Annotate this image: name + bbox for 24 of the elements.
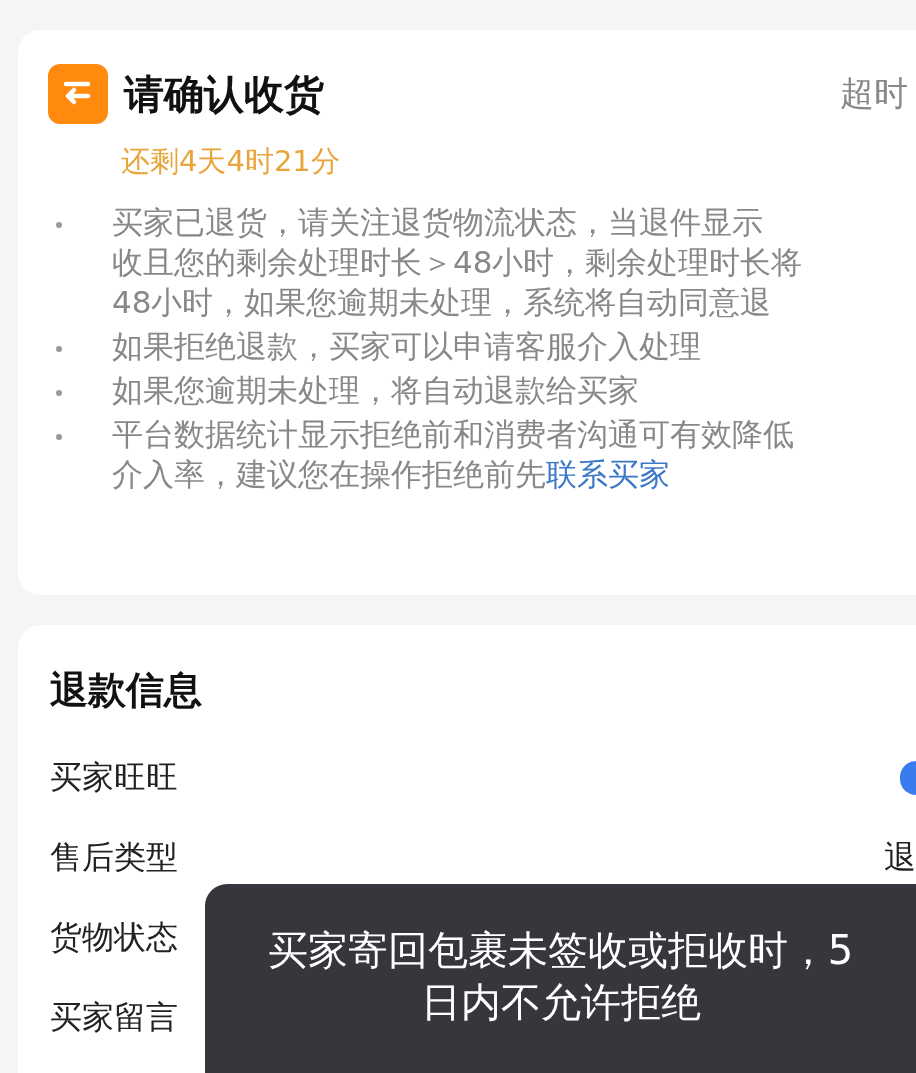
notice-text: 收且您的剩余处理时长＞48小时，剩余处理时长将 xyxy=(112,243,803,282)
field-label: 买家旺旺 xyxy=(50,757,178,798)
caption-text: 日内不允许拒绝 xyxy=(420,978,701,1027)
contact-buyer-link[interactable]: 联系买家 xyxy=(546,456,670,492)
notice-text: 如果您逾期未处理，将自动退款给买家 xyxy=(112,371,639,410)
notice-text: 买家已退货，请关注退货物流状态，当退件显示 xyxy=(112,203,764,242)
notice-text: 介入率，建议您在操作拒绝前先联系买家 xyxy=(112,455,671,494)
field-label: 售后类型 xyxy=(50,837,178,878)
field-label: 买家留言 xyxy=(50,997,178,1038)
card-title: 请确认收货 xyxy=(124,69,324,119)
bullet-dot xyxy=(56,346,62,352)
section-title: 退款信息 xyxy=(50,667,203,714)
caption-text: 买家寄回包裹未签收或拒收时，5 xyxy=(267,926,854,975)
notice-text: 48小时，如果您逾期未处理，系统将自动同意退 xyxy=(112,283,773,322)
countdown-text: 还剩4天4时21分 xyxy=(121,143,341,180)
notice-text: 如果拒绝退款，买家可以申请客服介入处理 xyxy=(112,327,701,366)
bullet-dot xyxy=(56,222,62,228)
avatar-icon[interactable] xyxy=(900,761,916,795)
timeout-label: 超时 xyxy=(840,72,908,115)
field-value: 退 xyxy=(884,837,916,878)
bullet-dot xyxy=(56,390,62,396)
bullet-dot xyxy=(56,434,62,440)
notice-text: 平台数据统计显示拒绝前和消费者沟通可有效降低 xyxy=(112,415,794,454)
field-label: 货物状态 xyxy=(50,917,178,958)
